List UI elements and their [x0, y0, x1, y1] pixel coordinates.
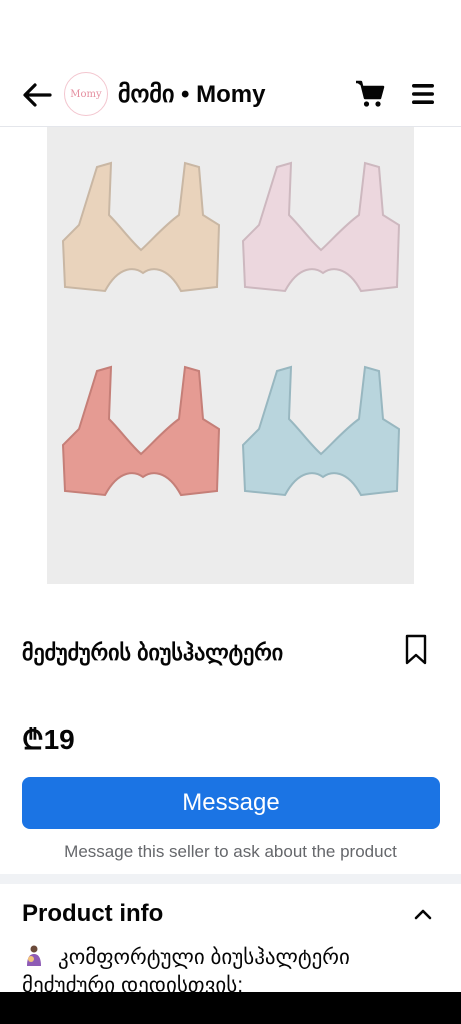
bra-image-pink — [241, 161, 401, 293]
product-description-text: კომფორტული ბიუსჰალტერი მეძუძური დედისთვი… — [22, 946, 350, 997]
product-title: მეძუძურის ბიუსჰალტერი — [22, 640, 284, 665]
product-image[interactable] — [47, 127, 414, 584]
avatar-logo-text: Momy — [70, 88, 102, 100]
seller-avatar[interactable]: Momy — [64, 72, 108, 116]
system-navigation-bar — [0, 992, 461, 1024]
breastfeeding-emoji-icon — [27, 945, 41, 966]
chevron-up-icon[interactable] — [412, 904, 434, 926]
page-title[interactable]: მომი • Momy — [118, 80, 265, 109]
message-button[interactable]: Message — [22, 777, 440, 829]
section-divider — [0, 874, 461, 884]
back-arrow-icon[interactable] — [20, 78, 54, 112]
bra-image-beige — [61, 161, 221, 293]
menu-icon[interactable] — [410, 80, 436, 108]
app-header: Momy მომი • Momy — [0, 64, 461, 127]
bookmark-icon[interactable] — [404, 634, 428, 666]
message-hint: Message this seller to ask about the pro… — [64, 842, 397, 861]
product-info-title: Product info — [22, 900, 164, 927]
status-bar — [0, 0, 461, 64]
bra-image-blue — [241, 365, 401, 497]
product-price: ₾19 — [22, 724, 75, 755]
cart-icon[interactable] — [354, 78, 386, 110]
bra-image-coral — [61, 365, 221, 497]
